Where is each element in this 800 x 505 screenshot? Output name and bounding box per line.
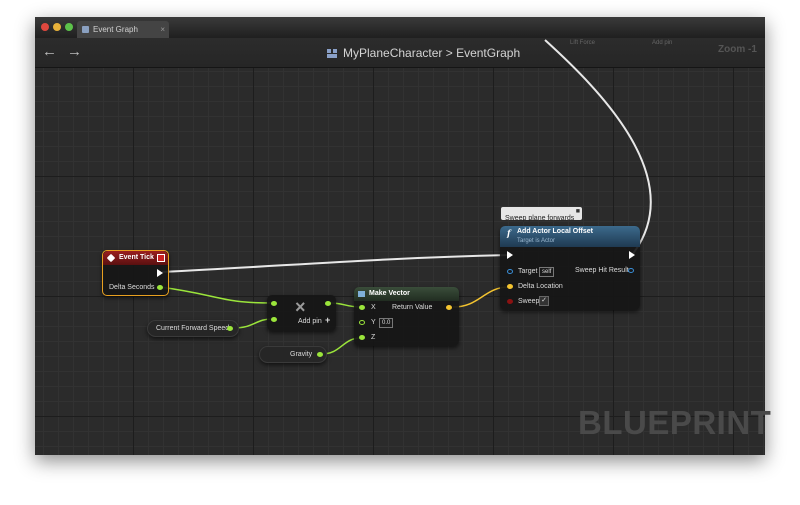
target-value[interactable]: self xyxy=(539,267,555,277)
maximize-window-button[interactable] xyxy=(65,23,73,31)
partial-add-pin-label: Add pin xyxy=(652,40,673,46)
add-offset-header: f Add Actor Local Offset Target is Actor xyxy=(500,226,640,247)
minimize-window-button[interactable] xyxy=(53,23,61,31)
forward-arrow-icon[interactable]: → xyxy=(67,43,82,61)
make-vector-title: Make Vector xyxy=(369,290,410,297)
comment-pin-icon[interactable]: ■ xyxy=(576,208,580,215)
breadcrumb-graph[interactable]: EventGraph xyxy=(456,46,520,60)
add-offset-subtitle: Target is Actor xyxy=(517,238,556,244)
blueprint-watermark: BLUEPRINT xyxy=(578,404,772,441)
event-tick-header: Event Tick xyxy=(103,251,168,265)
add-actor-local-offset-node[interactable]: f Add Actor Local Offset Target is Actor… xyxy=(500,226,640,310)
return-value-pin[interactable] xyxy=(446,305,452,310)
make-vector-z-label: Z xyxy=(371,334,376,341)
current-forward-speed-node[interactable]: Current Forward Speed xyxy=(147,320,239,337)
make-vector-x-label: X xyxy=(371,304,376,311)
delta-location-label: Delta Location xyxy=(518,283,563,290)
target-label: Target xyxy=(518,268,538,275)
title-bar: Event Graph × xyxy=(35,17,765,39)
multiply-icon: × xyxy=(295,297,306,317)
graph-icon xyxy=(82,26,89,33)
blueprint-editor-window: Event Graph × ← → MyPlaneCharacter > Eve… xyxy=(35,17,765,455)
add-pin-plus-icon[interactable]: + xyxy=(325,316,330,325)
close-tab-icon[interactable]: × xyxy=(160,21,165,38)
make-vector-y-label: Y xyxy=(371,319,376,326)
tab-label: Event Graph xyxy=(93,25,138,34)
sweep-label: Sweep xyxy=(518,298,540,305)
close-window-button[interactable] xyxy=(41,23,49,31)
multiply-node[interactable]: × Add pin + xyxy=(267,295,336,331)
event-tick-title: Event Tick xyxy=(119,254,154,261)
tab-event-graph[interactable]: Event Graph × xyxy=(77,21,169,38)
function-icon xyxy=(358,291,365,297)
multiply-input-b-pin[interactable] xyxy=(271,317,277,322)
delta-seconds-pin[interactable] xyxy=(157,285,163,290)
breadcrumb-asset[interactable]: MyPlaneCharacter xyxy=(343,46,442,60)
sweep-hit-result-label: Sweep Hit Result xyxy=(575,267,629,274)
comment-bubble[interactable]: Sweep plane forwards ■ xyxy=(501,207,582,222)
make-vector-y-value[interactable]: 0.0 xyxy=(379,318,394,328)
event-tick-node[interactable]: Event Tick Delta Seconds xyxy=(102,250,169,296)
blueprint-icon xyxy=(327,49,337,58)
partial-lift-force-label: Lift Force xyxy=(570,40,596,46)
function-f-icon: f xyxy=(507,228,511,238)
make-vector-node[interactable]: Make Vector X Y 0.0 Z Return Value xyxy=(354,287,459,346)
delta-seconds-label: Delta Seconds xyxy=(109,284,155,291)
target-pin[interactable] xyxy=(507,269,513,274)
comment-text: Sweep plane forwards xyxy=(505,215,575,222)
make-vector-header: Make Vector xyxy=(354,287,459,301)
current-forward-speed-label: Current Forward Speed xyxy=(156,325,230,332)
multiply-add-pin-label[interactable]: Add pin xyxy=(298,317,322,326)
current-forward-speed-pin[interactable] xyxy=(227,326,233,331)
sweep-checkbox[interactable]: ✓ xyxy=(539,296,549,306)
multiply-output-pin[interactable] xyxy=(325,301,331,306)
add-offset-title: Add Actor Local Offset xyxy=(517,228,593,235)
back-arrow-icon[interactable]: ← xyxy=(42,43,57,61)
zoom-indicator: Zoom -1 xyxy=(718,44,757,55)
delta-location-pin[interactable] xyxy=(507,284,513,289)
make-vector-z-pin[interactable] xyxy=(359,335,365,340)
make-vector-y-pin[interactable] xyxy=(359,320,365,325)
gravity-node[interactable]: Gravity xyxy=(259,346,327,363)
gravity-label: Gravity xyxy=(290,351,313,358)
make-vector-x-pin[interactable] xyxy=(359,305,365,310)
breadcrumb: MyPlaneCharacter > EventGraph xyxy=(327,46,520,60)
event-tick-exec-out[interactable] xyxy=(157,269,163,277)
event-delegate-pin[interactable] xyxy=(157,254,165,262)
add-offset-exec-in[interactable] xyxy=(507,251,513,259)
sweep-pin[interactable] xyxy=(507,299,513,304)
breadcrumb-separator: > xyxy=(445,46,453,60)
gravity-pin[interactable] xyxy=(317,352,323,357)
sweep-hit-result-pin[interactable] xyxy=(628,268,634,273)
add-offset-exec-out[interactable] xyxy=(629,251,635,259)
multiply-input-a-pin[interactable] xyxy=(271,301,277,306)
return-value-label: Return Value xyxy=(392,304,433,311)
event-icon xyxy=(106,253,116,263)
